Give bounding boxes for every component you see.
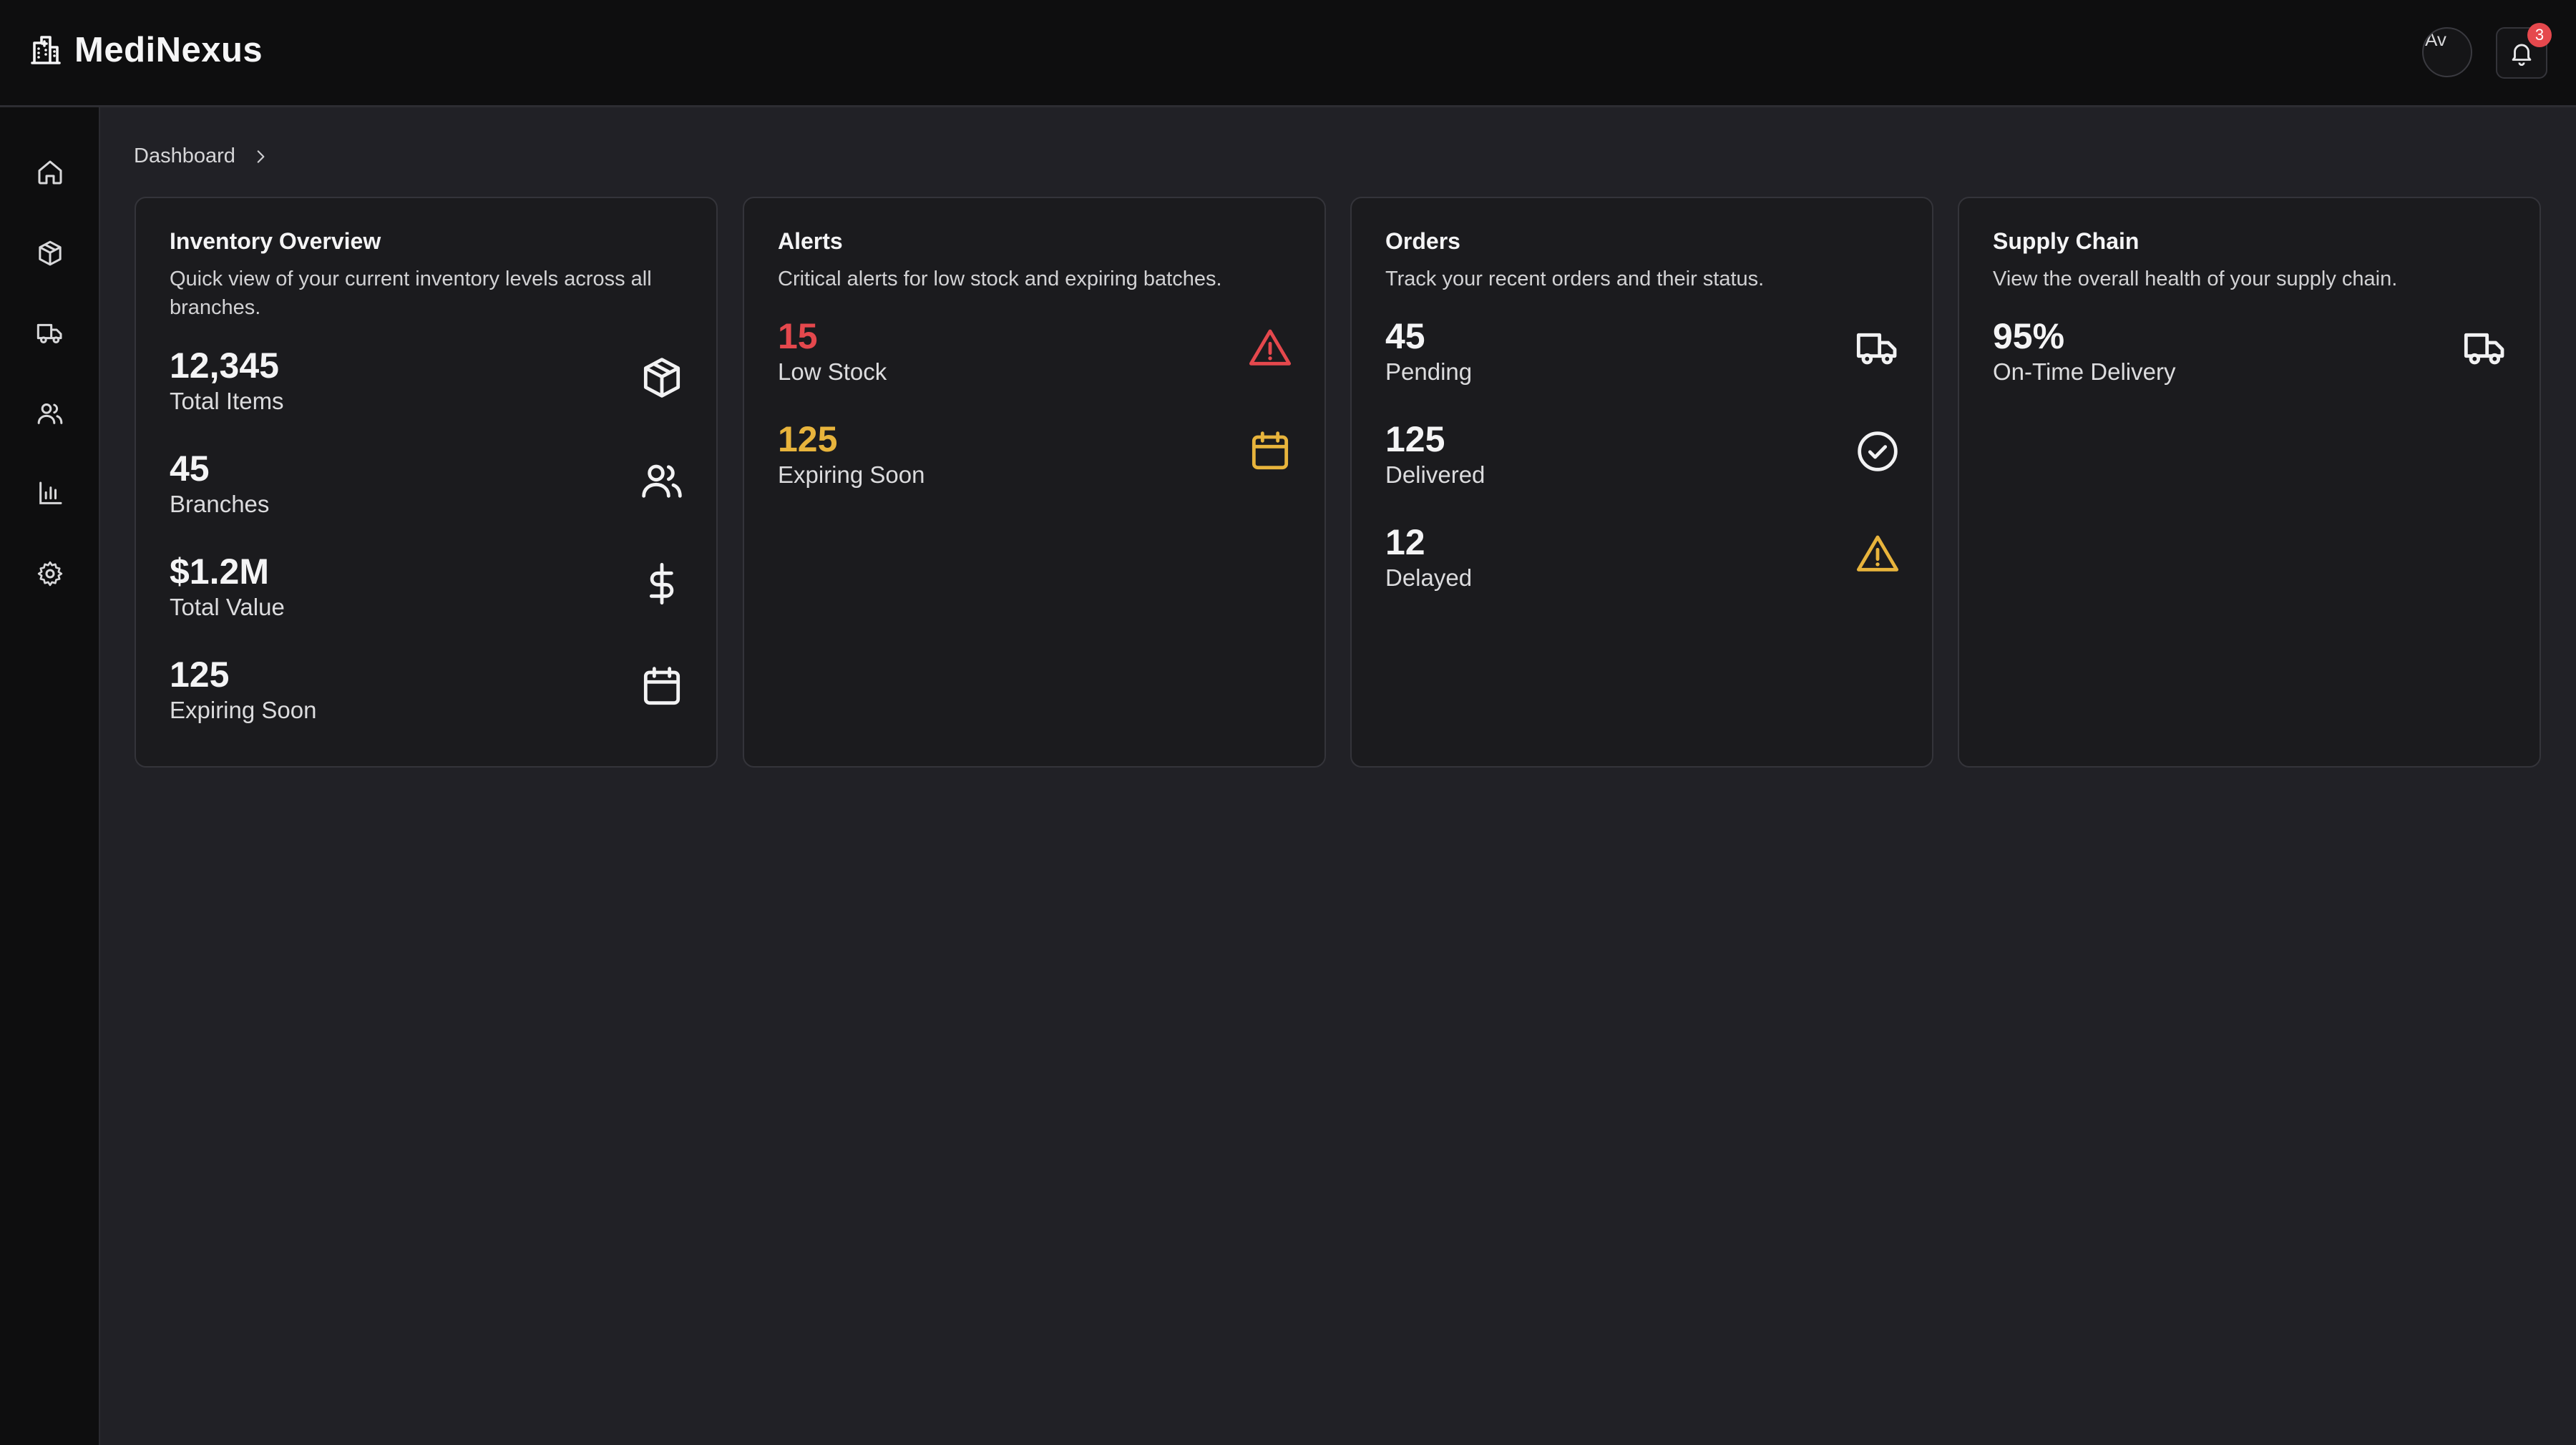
truck-icon	[1855, 325, 1901, 371]
stat-value: 95%	[1993, 316, 2065, 356]
orders-card: Orders Track your recent orders and thei…	[1350, 197, 1933, 768]
stat-value: 125	[170, 655, 230, 695]
stat-value: 45	[1385, 316, 1425, 356]
check-circle-icon	[1855, 428, 1901, 474]
stat-pending: 45 Pending	[1385, 315, 1901, 394]
card-title: Alerts	[778, 228, 843, 254]
stat-value: $1.2M	[170, 552, 269, 592]
notification-badge: 3	[2527, 23, 2552, 47]
stat-value: 125	[1385, 419, 1445, 459]
sidebar-item-inventory[interactable]	[29, 232, 72, 275]
sidebar-item-home[interactable]	[29, 151, 72, 194]
breadcrumb: Dashboard	[134, 144, 270, 168]
stat-label: Total Value	[170, 594, 285, 620]
stat-label: Total Items	[170, 388, 284, 414]
card-description: View the overall health of your supply c…	[1993, 268, 2398, 290]
hospital-icon	[29, 33, 63, 67]
card-title: Supply Chain	[1993, 228, 2140, 254]
stat-value: 12,345	[170, 346, 279, 386]
stat-label: Expiring Soon	[170, 697, 317, 723]
app-name: MediNexus	[74, 31, 263, 69]
supply-chain-card: Supply Chain View the overall health of …	[1958, 197, 2541, 768]
box-icon	[36, 239, 64, 268]
stat-expiring-soon: 125 Expiring Soon	[778, 418, 1293, 497]
alert-triangle-icon	[1247, 325, 1293, 371]
stat-value: 15	[778, 316, 818, 356]
alert-triangle-icon	[1855, 532, 1901, 577]
stat-label: Pending	[1385, 358, 1473, 385]
stat-value: 12	[1385, 522, 1425, 562]
card-description: Quick view of your current inventory lev…	[170, 268, 652, 319]
bar-chart-icon	[36, 479, 64, 508]
stat-branches: 45 Branches	[170, 448, 685, 526]
sidebar-item-reports[interactable]	[29, 472, 72, 515]
top-bar: MediNexus Av 3	[0, 0, 2576, 107]
truck-icon	[36, 319, 64, 348]
calendar-icon	[639, 664, 685, 710]
card-title: Inventory Overview	[170, 228, 381, 254]
stat-on-time-delivery: 95% On-Time Delivery	[1993, 315, 2508, 394]
stat-delivered: 125 Delivered	[1385, 418, 1901, 497]
stat-expiring-soon: 125 Expiring Soon	[170, 654, 685, 733]
avatar-alt-text: Av	[2425, 29, 2446, 50]
card-description: Track your recent orders and their statu…	[1385, 268, 1765, 290]
users-icon	[36, 399, 64, 428]
stat-delayed: 12 Delayed	[1385, 521, 1901, 600]
sidebar-item-settings[interactable]	[29, 552, 72, 595]
calendar-icon	[1247, 428, 1293, 474]
stat-total-value: $1.2M Total Value	[170, 551, 685, 630]
avatar[interactable]: Av	[2422, 27, 2472, 77]
sidebar-item-orders[interactable]	[29, 312, 72, 355]
box-icon	[639, 355, 685, 401]
stat-label: Low Stock	[778, 358, 887, 385]
truck-icon	[2462, 325, 2508, 371]
stat-total-items: 12,345 Total Items	[170, 345, 685, 423]
gear-icon	[36, 559, 64, 588]
sidebar-item-users[interactable]	[29, 392, 72, 435]
stat-value: 45	[170, 449, 210, 489]
alerts-card: Alerts Critical alerts for low stock and…	[743, 197, 1326, 768]
card-description: Critical alerts for low stock and expiri…	[778, 268, 1222, 290]
home-icon	[36, 158, 64, 187]
stat-label: Delivered	[1385, 461, 1485, 488]
users-icon	[639, 458, 685, 504]
notifications-button[interactable]: 3	[2496, 23, 2552, 79]
stat-label: Expiring Soon	[778, 461, 925, 488]
brand[interactable]: MediNexus	[29, 30, 263, 70]
stat-label: Branches	[170, 491, 270, 517]
stat-low-stock: 15 Low Stock	[778, 315, 1293, 394]
sidebar	[0, 107, 100, 1445]
stat-label: Delayed	[1385, 564, 1473, 591]
stat-label: On-Time Delivery	[1993, 358, 2176, 385]
stat-value: 125	[778, 419, 838, 459]
chevron-right-icon	[251, 147, 270, 166]
dollar-icon	[639, 561, 685, 607]
inventory-overview-card: Inventory Overview Quick view of your cu…	[135, 197, 718, 768]
breadcrumb-dashboard[interactable]: Dashboard	[134, 144, 235, 168]
card-title: Orders	[1385, 228, 1460, 254]
